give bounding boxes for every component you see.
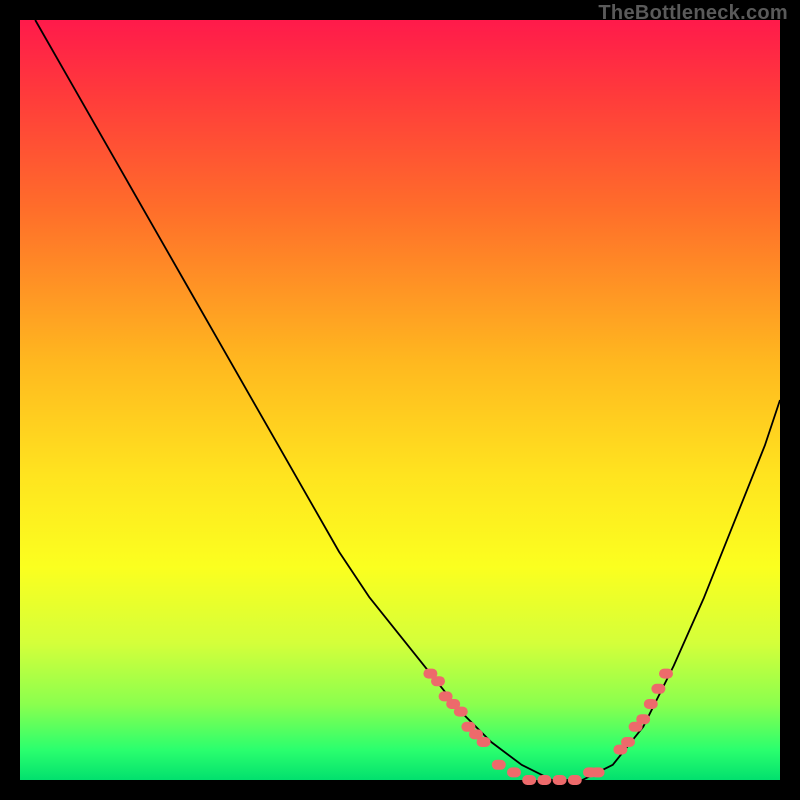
scatter-point: [537, 775, 551, 785]
scatter-point: [507, 767, 521, 777]
scatter-point: [553, 775, 567, 785]
scatter-point: [454, 707, 468, 717]
chart-frame: TheBottleneck.com: [0, 0, 800, 800]
scatter-point: [644, 699, 658, 709]
scatter-point: [651, 684, 665, 694]
scatter-point: [522, 775, 536, 785]
scatter-point: [431, 676, 445, 686]
scatter-point: [591, 767, 605, 777]
scatter-point: [477, 737, 491, 747]
scatter-point: [568, 775, 582, 785]
chart-svg: [20, 20, 780, 780]
bottleneck-curve: [35, 20, 780, 780]
scatter-point: [636, 714, 650, 724]
plot-area: [20, 20, 780, 780]
scatter-point: [621, 737, 635, 747]
scatter-point: [492, 760, 506, 770]
scatter-points: [423, 669, 673, 785]
scatter-point: [659, 669, 673, 679]
